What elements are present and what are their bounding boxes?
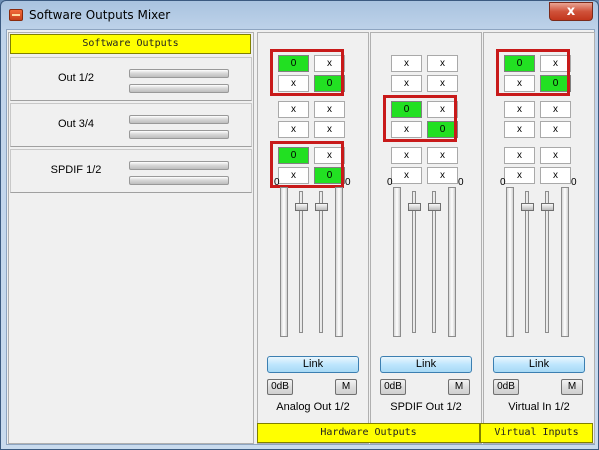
route-cell[interactable]: x: [540, 147, 571, 164]
route-cell[interactable]: x: [540, 121, 571, 138]
title-bar[interactable]: Software Outputs Mixer x: [1, 1, 598, 31]
route-cell[interactable]: x: [504, 167, 535, 184]
zero-db-button[interactable]: 0dB: [267, 379, 293, 395]
left-fader-track[interactable]: [525, 191, 529, 333]
route-cell[interactable]: x: [391, 147, 422, 164]
left-level-readout: 0: [500, 177, 506, 188]
link-button[interactable]: Link: [267, 356, 359, 373]
hardware-outputs-header: Hardware Outputs: [257, 423, 480, 443]
route-cell[interactable]: x: [427, 75, 458, 92]
software-outputs-header: Software Outputs: [10, 34, 251, 54]
highlight-box: [383, 95, 457, 142]
strip-name: Virtual In 1/2: [508, 401, 570, 413]
link-button[interactable]: Link: [493, 356, 585, 373]
level-meter-right: [129, 84, 229, 93]
left-level-readout: 0: [387, 177, 393, 188]
route-cell[interactable]: x: [504, 121, 535, 138]
hardware-strip-analog-out: 0 x x 0 x x x x 0 x x 0 0 0 Link 0dB M A: [257, 32, 369, 444]
mono-button[interactable]: M: [561, 379, 583, 395]
route-cell[interactable]: x: [504, 101, 535, 118]
software-output-label: Out 3/4: [57, 118, 95, 130]
zero-db-button[interactable]: 0dB: [380, 379, 406, 395]
app-icon: [9, 9, 23, 21]
left-level-readout: 0: [274, 177, 280, 188]
right-level-readout: 0: [345, 177, 351, 188]
right-fader-knob[interactable]: [428, 203, 441, 211]
right-level-readout: 0: [458, 177, 464, 188]
link-button[interactable]: Link: [380, 356, 472, 373]
highlight-box: [270, 141, 344, 188]
route-cell[interactable]: x: [391, 167, 422, 184]
right-fader-track[interactable]: [545, 191, 549, 333]
route-cell[interactable]: x: [427, 55, 458, 72]
zero-db-button[interactable]: 0dB: [493, 379, 519, 395]
route-cell[interactable]: x: [427, 167, 458, 184]
highlight-box: [270, 49, 344, 96]
route-cell[interactable]: x: [540, 167, 571, 184]
software-output-row: SPDIF 1/2: [10, 149, 252, 193]
left-level-meter: [506, 187, 514, 337]
route-cell[interactable]: x: [314, 101, 345, 118]
right-fader-track[interactable]: [432, 191, 436, 333]
level-meter-right: [129, 130, 229, 139]
virtual-inputs-header: Virtual Inputs: [480, 423, 593, 443]
mono-button[interactable]: M: [448, 379, 470, 395]
right-fader-knob[interactable]: [541, 203, 554, 211]
right-level-meter: [335, 187, 343, 337]
left-level-meter: [393, 187, 401, 337]
right-level-readout: 0: [571, 177, 577, 188]
route-cell[interactable]: x: [278, 101, 309, 118]
left-fader-track[interactable]: [299, 191, 303, 333]
route-cell[interactable]: x: [540, 101, 571, 118]
strip-name: Analog Out 1/2: [276, 401, 350, 413]
level-meter-left: [129, 161, 229, 170]
window-title: Software Outputs Mixer: [29, 8, 171, 22]
highlight-box: [496, 49, 570, 96]
level-meter-right: [129, 176, 229, 185]
mono-button[interactable]: M: [335, 379, 357, 395]
level-meter-left: [129, 69, 229, 78]
hardware-strip-spdif-out: x x x x 0 x x 0 x x x x 0 0 Link 0dB M S…: [370, 32, 482, 444]
route-cell[interactable]: x: [427, 147, 458, 164]
software-outputs-panel: Software Outputs Out 1/2 Out 3/4 SPDIF 1…: [8, 32, 254, 444]
right-fader-knob[interactable]: [315, 203, 328, 211]
left-fader-knob[interactable]: [295, 203, 308, 211]
hardware-strip-virtual-in: 0 x x 0 x x x x x x x x 0 0 Link 0dB M V…: [483, 32, 595, 444]
software-output-label: SPDIF 1/2: [50, 164, 102, 176]
route-cell[interactable]: x: [504, 147, 535, 164]
left-level-meter: [280, 187, 288, 337]
software-output-row: Out 3/4: [10, 103, 252, 147]
left-fader-knob[interactable]: [521, 203, 534, 211]
level-meter-left: [129, 115, 229, 124]
route-cell[interactable]: x: [391, 75, 422, 92]
client-area: Software Outputs Out 1/2 Out 3/4 SPDIF 1…: [6, 29, 595, 445]
software-output-label: Out 1/2: [57, 72, 95, 84]
mixer-window: Software Outputs Mixer x Software Output…: [0, 0, 599, 450]
route-cell[interactable]: x: [314, 121, 345, 138]
strip-name: SPDIF Out 1/2: [390, 401, 462, 413]
software-output-row: Out 1/2: [10, 57, 252, 101]
route-cell[interactable]: x: [391, 55, 422, 72]
right-level-meter: [448, 187, 456, 337]
right-fader-track[interactable]: [319, 191, 323, 333]
close-button[interactable]: x: [549, 2, 593, 21]
right-level-meter: [561, 187, 569, 337]
route-cell[interactable]: x: [278, 121, 309, 138]
left-fader-track[interactable]: [412, 191, 416, 333]
left-fader-knob[interactable]: [408, 203, 421, 211]
